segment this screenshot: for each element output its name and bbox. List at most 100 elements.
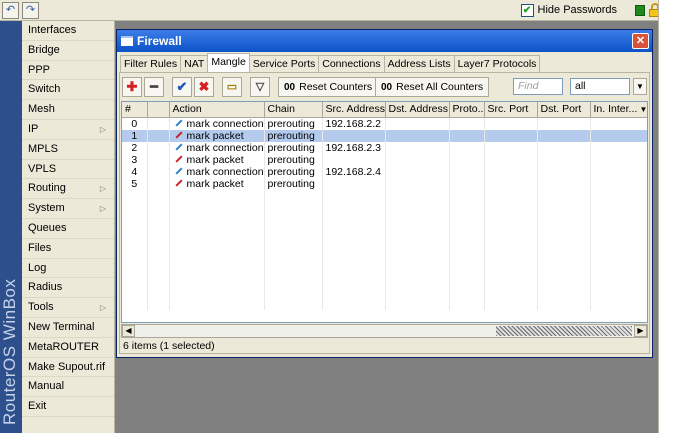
table-cell (147, 189, 170, 202)
table-cell (322, 201, 386, 214)
sidebar-item-tools[interactable]: Tools ▷ (22, 298, 114, 318)
sidebar-item-manual[interactable]: Manual (22, 377, 114, 398)
sidebar-item-label: PPP (28, 63, 51, 76)
column-header[interactable]: Action (169, 102, 265, 118)
table-row[interactable]: 0 mark connection prerouting 192.168.2.2 (122, 117, 647, 130)
scroll-left-icon[interactable]: ◀ (122, 325, 135, 337)
sidebar-item-label: System (28, 202, 65, 215)
column-header[interactable] (147, 102, 170, 118)
column-header[interactable]: Src. Address (322, 102, 386, 118)
table-row[interactable]: 3 mark packet prerouting (122, 153, 647, 166)
sidebar-item-ip[interactable]: IP ▷ (22, 120, 114, 140)
sidebar-item-mpls[interactable]: MPLS (22, 140, 114, 160)
column-header[interactable]: Src. Port (484, 102, 538, 118)
sidebar-item-label: Exit (28, 400, 47, 413)
tab-filter-rules[interactable]: Filter Rules (120, 55, 182, 72)
table-cell (484, 225, 538, 238)
submenu-arrow-icon: ▷ (99, 124, 106, 134)
column-header[interactable]: Proto... (449, 102, 485, 118)
top-toolbar: ↶ ↷ ✔ Hide Passwords (0, 0, 679, 21)
table-cell (449, 165, 485, 178)
chevron-down-icon[interactable]: ▼ (633, 78, 647, 95)
tab-mangle[interactable]: Mangle (207, 53, 250, 72)
scroll-right-icon[interactable]: ▶ (634, 325, 647, 337)
action-label: mark packet (186, 153, 244, 166)
table-cell (322, 249, 386, 262)
tab-nat[interactable]: NAT (180, 55, 209, 72)
submenu-arrow-icon: ▷ (99, 204, 106, 214)
reset-all-counters-button[interactable]: 00 Reset All Counters (375, 77, 490, 97)
sidebar-item-label: Files (28, 241, 52, 254)
sidebar-item-ppp[interactable]: PPP (22, 61, 114, 81)
sidebar-item-mesh[interactable]: Mesh (22, 100, 114, 120)
scroll-track[interactable] (496, 326, 632, 336)
table-row[interactable]: 1 mark packet prerouting (122, 129, 647, 142)
disable-icon[interactable]: ✖ (194, 77, 214, 97)
column-header[interactable]: # (122, 102, 148, 118)
sidebar-item-switch[interactable]: Switch (22, 80, 114, 101)
sidebar-item-system[interactable]: System ▷ (22, 199, 114, 219)
tab-layer7-protocols[interactable]: Layer7 Protocols (453, 55, 541, 72)
hide-passwords-checkbox[interactable]: ✔ (520, 4, 534, 17)
sidebar-item-label: Manual (28, 380, 65, 393)
table-cell (537, 297, 591, 310)
sidebar-item-files[interactable]: Files (22, 239, 114, 259)
window-titlebar[interactable]: Firewall ✕ (117, 30, 652, 52)
table-cell (147, 141, 170, 154)
sidebar-item-label: VPLS (28, 162, 57, 175)
undo-icon[interactable]: ↶ (2, 2, 19, 19)
table-row[interactable]: 2 mark connection prerouting 192.168.2.3 (122, 141, 647, 154)
table-cell (169, 201, 265, 214)
sidebar-item-new-terminal[interactable]: New Terminal (22, 318, 114, 338)
filter-icon[interactable]: ▽ (250, 77, 270, 97)
table-cell (484, 297, 538, 310)
close-icon[interactable]: ✕ (632, 33, 649, 49)
enable-icon[interactable]: ✔ (172, 77, 192, 97)
sidebar-item-routing[interactable]: Routing ▷ (22, 179, 114, 200)
column-header[interactable]: Dst. Address (385, 102, 450, 118)
column-header[interactable]: Chain (264, 102, 323, 118)
table-row[interactable]: 4 mark connection prerouting 192.168.2.4 (122, 165, 647, 178)
sidebar-item-vpls[interactable]: VPLS (22, 160, 114, 180)
redo-icon[interactable]: ↷ (22, 2, 39, 19)
table-cell (147, 273, 170, 286)
horizontal-scrollbar[interactable]: ◀ ▶ (121, 324, 648, 338)
table-cell (122, 237, 148, 250)
table-cell (484, 189, 538, 202)
table-cell (147, 177, 170, 190)
table-cell (169, 213, 265, 226)
table-row[interactable]: 5 mark packet prerouting (122, 177, 647, 190)
hide-passwords-toggle[interactable]: ✔ Hide Passwords (520, 3, 617, 18)
column-header[interactable]: Dst. Port (537, 102, 591, 118)
add-icon[interactable]: ✚ (122, 77, 142, 97)
table-cell (385, 261, 450, 274)
tab-service-ports[interactable]: Service Ports (248, 55, 320, 72)
tab-address-lists[interactable]: Address Lists (383, 55, 455, 72)
sidebar-item-radius[interactable]: Radius (22, 278, 114, 299)
reset-counters-button[interactable]: 00 Reset Counters (278, 77, 379, 97)
sidebar-item-label: Routing (28, 182, 66, 195)
sidebar-item-bridge[interactable]: Bridge (22, 41, 114, 61)
table-cell (264, 273, 323, 286)
table-cell (264, 261, 323, 274)
sidebar-item-make-supout-rif[interactable]: Make Supout.rif (22, 358, 114, 378)
sidebar-menu: Interfaces Bridge PPP Switch Mesh IP ▷ MPLS VPLS… (22, 21, 115, 433)
table-cell (122, 285, 148, 298)
sidebar-item-label: Radius (28, 281, 63, 294)
table-cell: 5 (122, 177, 148, 190)
table-cell: 0 (122, 117, 148, 130)
comment-icon[interactable]: ▭ (222, 77, 242, 97)
find-input[interactable]: Find (513, 78, 563, 95)
filter-select[interactable]: all (570, 78, 630, 95)
sidebar-item-queues[interactable]: Queues (22, 219, 114, 239)
sidebar-item-interfaces[interactable]: Interfaces (22, 21, 114, 41)
empty-row (122, 249, 647, 262)
sidebar-item-metarouter[interactable]: MetaROUTER (22, 338, 114, 358)
tab-connections[interactable]: Connections (318, 55, 385, 72)
table-cell (537, 177, 591, 190)
sidebar-item-log[interactable]: Log (22, 259, 114, 279)
sidebar-item-exit[interactable]: Exit (22, 397, 114, 417)
column-menu-icon[interactable]: ▼ (637, 105, 648, 114)
remove-icon[interactable]: ━ (144, 77, 164, 97)
column-header[interactable]: In. Inter... ▼ (590, 102, 648, 118)
